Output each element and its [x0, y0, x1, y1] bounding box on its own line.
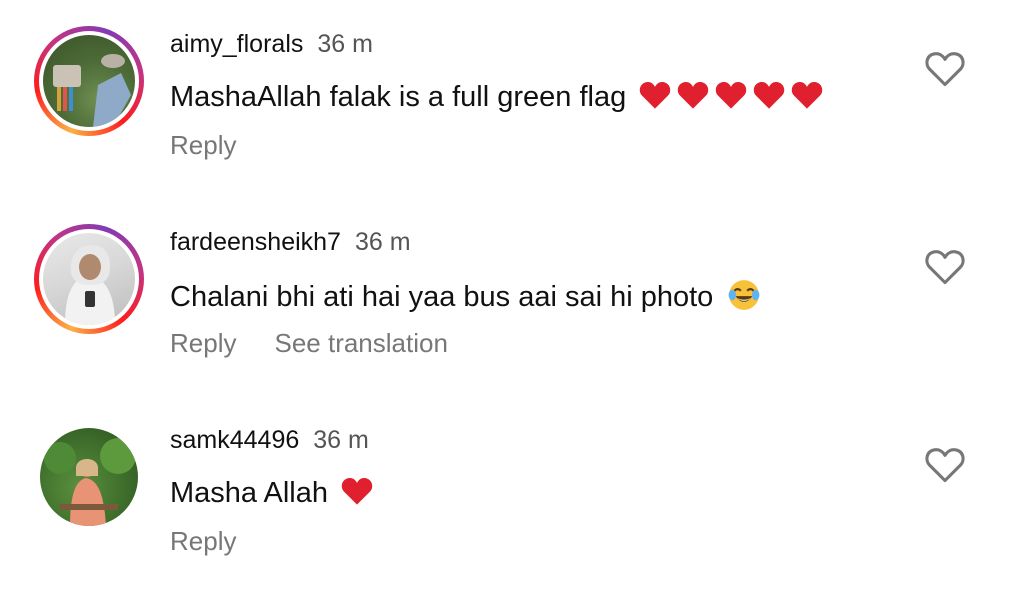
avatar-image: [43, 35, 135, 127]
reply-button[interactable]: Reply: [170, 328, 236, 358]
comment-time: 36 m: [313, 426, 369, 454]
comment-time: 36 m: [354, 228, 411, 256]
comment-actions: Reply See translation: [170, 328, 486, 359]
comment-body: Masha Allah: [170, 477, 337, 509]
comment: samk44496 36 m Masha Allah Reply: [0, 396, 1024, 586]
comment-text: Masha Allah: [170, 476, 374, 510]
avatar-photo-icon: [65, 245, 115, 325]
username-text[interactable]: samk44496: [170, 426, 299, 454]
username-text[interactable]: fardeensheikh7: [170, 228, 341, 256]
comment: fardeensheikh7 36 m Chalani bhi ati hai y…: [0, 198, 1024, 388]
avatar[interactable]: [34, 224, 144, 334]
avatar-photo-icon: [53, 54, 131, 127]
heart-outline-icon[interactable]: [924, 446, 966, 484]
comment-text: MashaAllah falak is a full green flag: [170, 80, 824, 114]
red-heart-icon: [678, 81, 709, 109]
reply-button[interactable]: Reply: [170, 130, 236, 160]
comment: aimy_florals 36 m MashaAllah falak is a f…: [0, 0, 1024, 190]
comment-body: MashaAllah falak is a full green flag: [170, 81, 627, 113]
avatar[interactable]: [34, 26, 144, 136]
comment-username[interactable]: samk44496 36 m: [170, 426, 369, 455]
heart-outline-icon[interactable]: [924, 50, 966, 88]
username-text[interactable]: aimy_florals: [170, 30, 303, 58]
comment-username[interactable]: fardeensheikh7 36 m: [170, 228, 411, 257]
comment-body: Chalani bhi ati hai yaa bus aai sai hi p…: [170, 281, 722, 313]
avatar[interactable]: [34, 422, 144, 532]
comment-actions: Reply: [170, 526, 274, 557]
avatar-photo-icon: [44, 438, 136, 526]
red-heart-icon: [341, 477, 373, 505]
see-translation-button[interactable]: See translation: [274, 328, 447, 358]
heart-emoji-group: [626, 81, 824, 113]
comment-text: Chalani bhi ati hai yaa bus aai sai hi p…: [170, 278, 761, 314]
comment-username[interactable]: aimy_florals 36 m: [170, 30, 373, 59]
red-heart-icon: [716, 81, 747, 109]
face-with-tears-of-joy-icon: [728, 280, 760, 310]
red-heart-icon: [754, 81, 785, 109]
red-heart-icon: [792, 81, 823, 109]
red-heart-icon: [640, 81, 671, 109]
comment-actions: Reply: [170, 130, 274, 161]
avatar-image: [40, 428, 138, 526]
comment-time: 36 m: [317, 30, 373, 58]
avatar-image: [43, 233, 135, 325]
heart-outline-icon[interactable]: [924, 248, 966, 286]
reply-button[interactable]: Reply: [170, 526, 236, 556]
